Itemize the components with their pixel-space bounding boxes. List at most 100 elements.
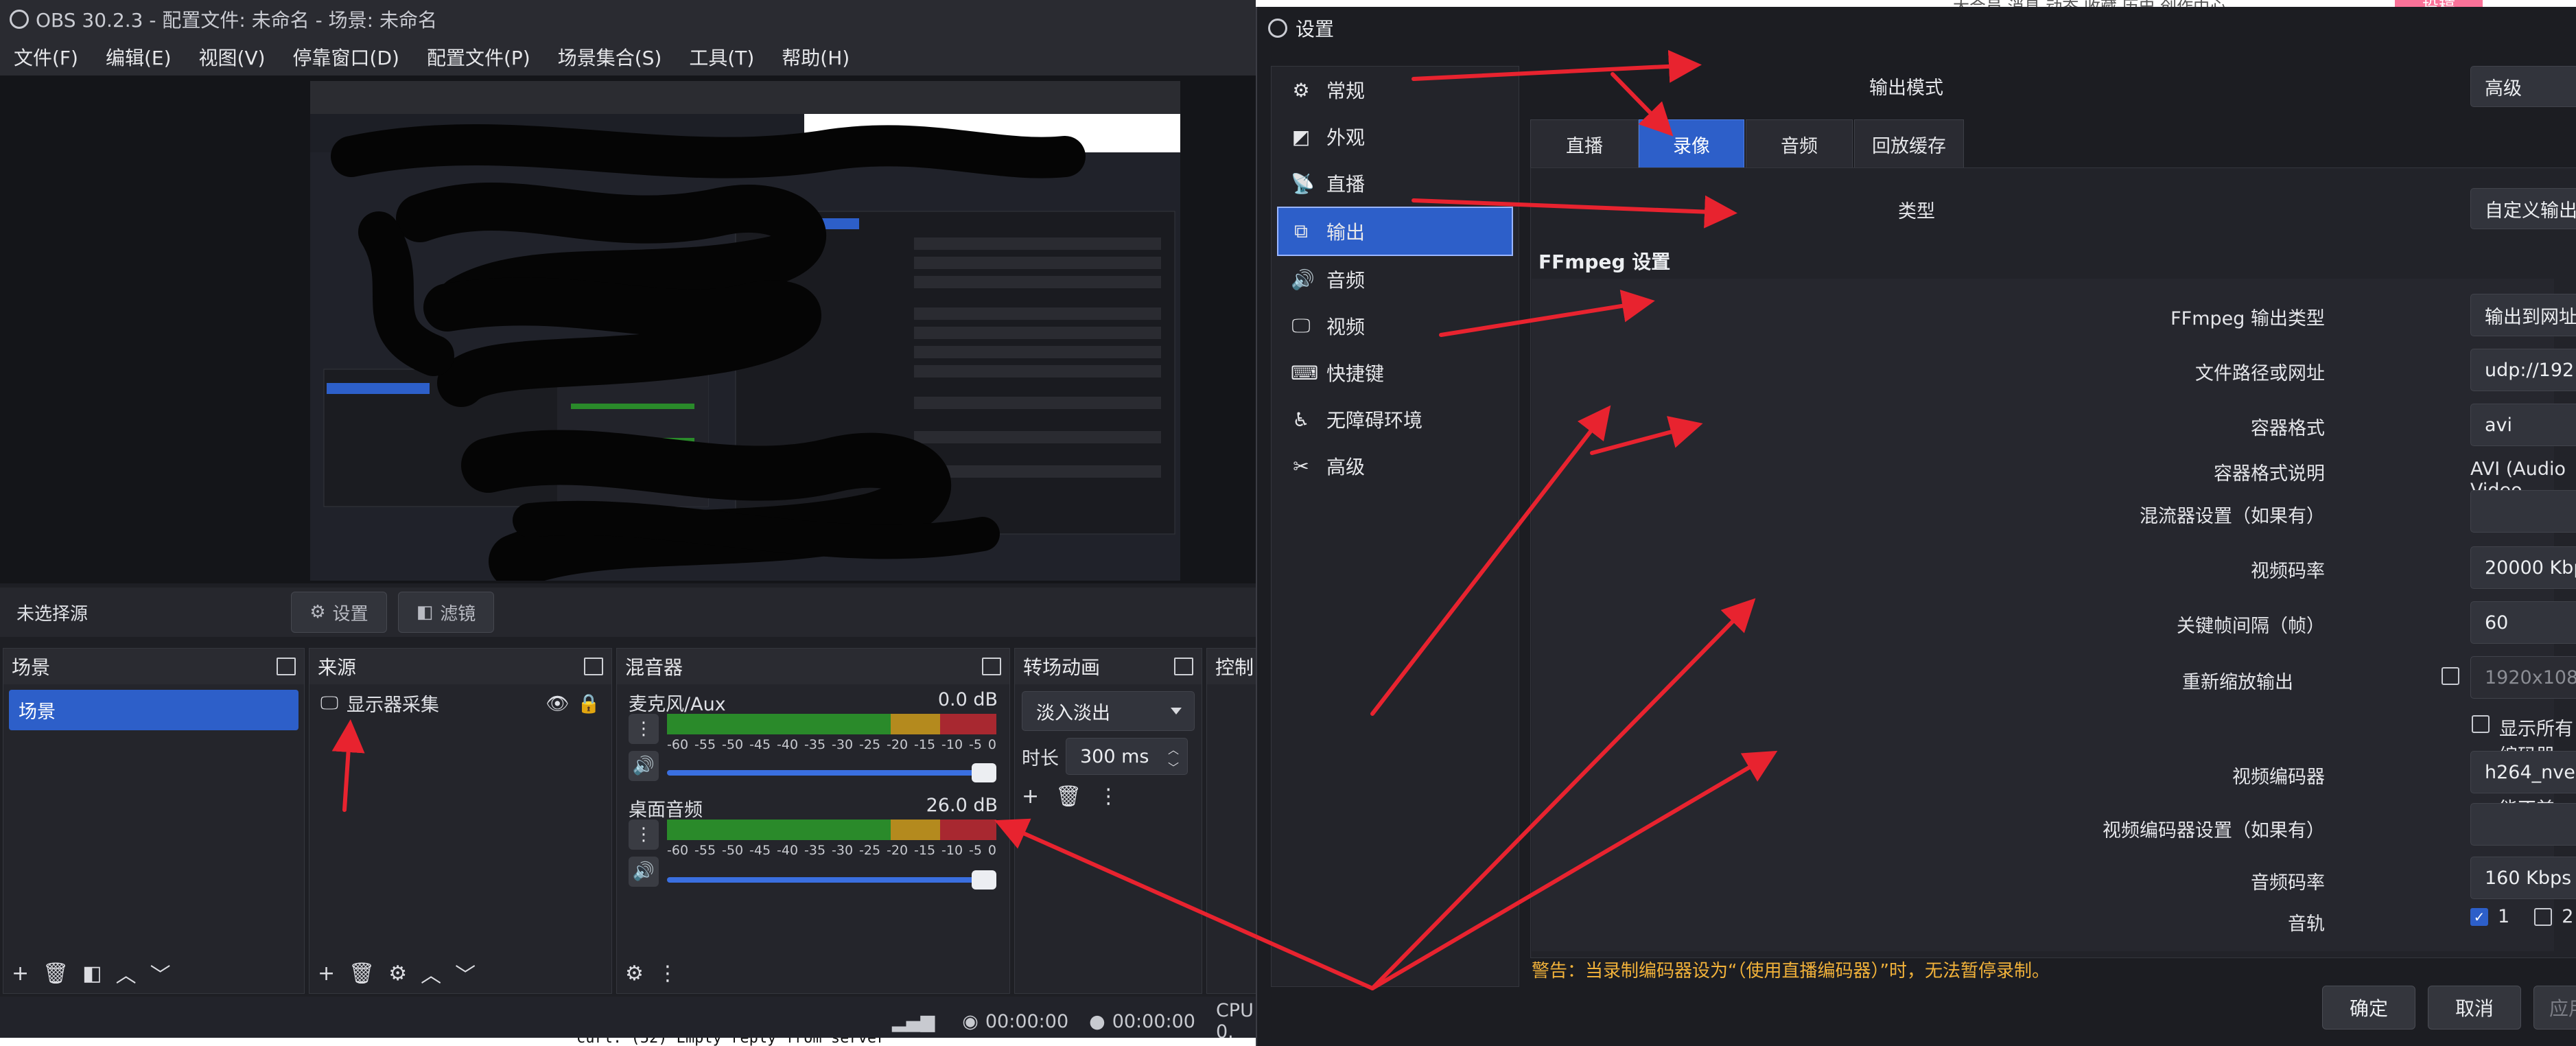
output-mode-select[interactable]: 高级 <box>2470 66 2576 107</box>
ok-button[interactable]: 确定 <box>2322 986 2415 1030</box>
add-icon[interactable]: + <box>12 962 29 986</box>
nav-hotkeys[interactable]: ⌨ 快捷键 <box>1272 349 1519 396</box>
track-checkbox[interactable]: ✓ <box>2470 907 2488 926</box>
rescale-output-checkbox[interactable] <box>2442 667 2459 685</box>
transitions-dock-header: 转场动画 <box>1015 649 1202 684</box>
transition-select[interactable]: 淡入淡出 <box>1022 691 1195 731</box>
desktop-more-button[interactable]: ⋮ <box>629 820 659 850</box>
slider-handle[interactable] <box>972 763 996 782</box>
settings-titlebar: 设置 <box>1257 7 2576 49</box>
audio-bitrate-spinbox[interactable]: 160 Kbps ︿﹀ <box>2470 857 2576 899</box>
lock-icon[interactable]: 🔒 <box>577 693 600 714</box>
mic-more-button[interactable]: ⋮ <box>629 714 659 744</box>
add-icon[interactable]: + <box>1022 784 1039 809</box>
source-item-display-capture[interactable]: 🖵 显示器采集 👁 🔒 <box>309 684 611 722</box>
nav-label: 音频 <box>1326 269 1366 292</box>
muxer-settings-input[interactable] <box>2470 490 2576 533</box>
video-encoder-select[interactable]: h264_nvenc - NVIDIA NVENC H.264 encoder <box>2470 751 2576 793</box>
terminal-strip: curl: (52) Empty reply from server <box>0 1038 1256 1046</box>
chevron-up-icon[interactable]: ︿ <box>116 958 137 988</box>
add-icon[interactable]: + <box>318 962 335 986</box>
controls-dock: 控制 <box>1206 648 1256 994</box>
duration-spinbox[interactable]: 300 ms ︿ ﹀ <box>1066 738 1188 775</box>
chevron-up-icon[interactable]: ︿ <box>421 958 441 988</box>
advanced-audio-icon[interactable]: ⚙ <box>625 962 644 986</box>
undock-icon[interactable] <box>1174 658 1193 675</box>
desktop-volume-slider[interactable] <box>667 870 996 890</box>
cancel-label: 取消 <box>2455 997 2494 1020</box>
recording-type-select[interactable]: 自定义输出 (FFmpeg) <box>2470 188 2576 229</box>
nav-general[interactable]: ⚙ 常规 <box>1272 67 1519 113</box>
trash-icon[interactable]: 🗑 <box>43 962 69 986</box>
obs-main-window: OBS 30.2.3 - 配置文件: 未命名 - 场景: 未命名 文件(F) 编… <box>0 0 1256 1046</box>
nav-appearance[interactable]: ◩ 外观 <box>1272 113 1519 160</box>
menu-profile[interactable]: 配置文件(P) <box>413 43 544 71</box>
trash-icon[interactable]: 🗑 <box>349 962 375 986</box>
source-filters-button[interactable]: ◧ 滤镜 <box>398 592 494 633</box>
keyframe-interval-spinbox[interactable]: 60 ︿﹀ <box>2470 601 2576 644</box>
more-options-icon[interactable]: ⋮ <box>1098 784 1119 809</box>
eye-icon[interactable]: 👁 <box>546 693 569 714</box>
settings-dialog: 设置 ⚙ 常规 ◩ 外观 📡 直播 ⧉ 输出 🔊 音频 🖵 视频 ⌨ 快捷键 ♿ 无障碍环境 ✂… <box>1256 7 2576 1046</box>
mic-volume-slider[interactable] <box>667 763 996 782</box>
menu-scene-collection[interactable]: 场景集合(S) <box>544 43 676 71</box>
gear-icon: ⚙ <box>1292 78 1310 102</box>
audio-bitrate-value: 160 Kbps <box>2485 867 2572 889</box>
source-toolbar: 未选择源 ⚙ 设置 ◧ 滤镜 <box>0 588 1256 637</box>
menu-docks[interactable]: 停靠窗口(D) <box>279 43 413 71</box>
menu-tools[interactable]: 工具(T) <box>675 43 768 71</box>
nav-audio[interactable]: 🔊 音频 <box>1272 256 1519 303</box>
tab-label: 音频 <box>1781 135 1818 157</box>
tab-label: 录像 <box>1673 135 1710 157</box>
nav-advanced[interactable]: ✂ 高级 <box>1272 443 1519 489</box>
nav-video[interactable]: 🖵 视频 <box>1272 303 1519 349</box>
menu-file[interactable]: 文件(F) <box>0 43 92 71</box>
undock-icon[interactable] <box>584 658 603 675</box>
tab-streaming[interactable]: 直播 <box>1530 119 1639 169</box>
trash-icon[interactable]: 🗑 <box>1055 784 1081 809</box>
video-bitrate-spinbox[interactable]: 20000 Kbps ︿﹀ <box>2470 546 2576 589</box>
chevron-down-icon[interactable]: ﹀ <box>150 958 171 988</box>
chevron-down-icon[interactable]: ﹀ <box>455 958 476 988</box>
mic-mute-button[interactable]: 🔊 <box>629 751 659 781</box>
tab-audio[interactable]: 音频 <box>1746 119 1853 169</box>
ffmpeg-output-type-select[interactable]: 输出到网址 <box>2470 294 2576 336</box>
settings-nav: ⚙ 常规 ◩ 外观 📡 直播 ⧉ 输出 🔊 音频 🖵 视频 ⌨ 快捷键 ♿ 无障碍环境 ✂ 高级 <box>1271 66 1519 987</box>
tools-icon: ✂ <box>1293 454 1309 478</box>
muxer-settings-label: 混流器设置（如果有） <box>2140 506 2325 527</box>
scene-item[interactable]: 场景 <box>9 690 298 730</box>
apply-button[interactable]: 应用 <box>2533 986 2576 1030</box>
video-encoder-value: h264_nvenc - NVIDIA NVENC H.264 encoder <box>2485 761 2576 783</box>
menu-view[interactable]: 视图(V) <box>185 43 279 71</box>
spin-arrows-icon[interactable]: ︿ ﹀ <box>1168 741 1179 777</box>
show-all-encoders-checkbox[interactable] <box>2472 715 2490 733</box>
filter-icon[interactable]: ◧ <box>82 962 102 986</box>
output-mode-value: 高级 <box>2485 78 2522 100</box>
nav-stream[interactable]: 📡 直播 <box>1272 160 1519 207</box>
gear-icon[interactable]: ⚙ <box>388 962 407 986</box>
tab-recording[interactable]: 录像 <box>1639 119 1744 169</box>
menu-help[interactable]: 帮助(H) <box>768 43 863 71</box>
rescale-output-select[interactable]: 1920x1080 <box>2470 656 2576 699</box>
file-path-input[interactable]: udp://192.168.31.56:12345 <box>2470 349 2576 391</box>
stream-icon: ● <box>1089 1010 1105 1032</box>
cancel-button[interactable]: 取消 <box>2428 986 2521 1030</box>
gear-icon: ⚙ <box>309 602 326 623</box>
source-settings-button[interactable]: ⚙ 设置 <box>291 592 387 633</box>
menu-edit[interactable]: 编辑(E) <box>92 43 185 71</box>
container-format-select[interactable]: avi <box>2470 404 2576 446</box>
nav-accessibility[interactable]: ♿ 无障碍环境 <box>1272 396 1519 443</box>
scale-tick: -35 <box>804 737 826 752</box>
video-encoder-settings-input[interactable] <box>2470 803 2576 846</box>
track-checkbox[interactable] <box>2534 907 2553 926</box>
obs-titlebar: OBS 30.2.3 - 配置文件: 未命名 - 场景: 未命名 <box>0 0 1256 38</box>
more-options-icon[interactable]: ⋮ <box>657 962 678 986</box>
scenes-dock-header: 场景 <box>3 649 304 684</box>
desktop-mute-button[interactable]: 🔊 <box>629 857 659 887</box>
slider-handle[interactable] <box>972 870 996 890</box>
audio-tracks-label: 音轨 <box>2288 914 2325 935</box>
undock-icon[interactable] <box>982 658 1001 675</box>
undock-icon[interactable] <box>277 658 296 675</box>
tab-replay-buffer[interactable]: 回放缓存 <box>1854 119 1964 169</box>
nav-output[interactable]: ⧉ 输出 <box>1277 207 1513 256</box>
